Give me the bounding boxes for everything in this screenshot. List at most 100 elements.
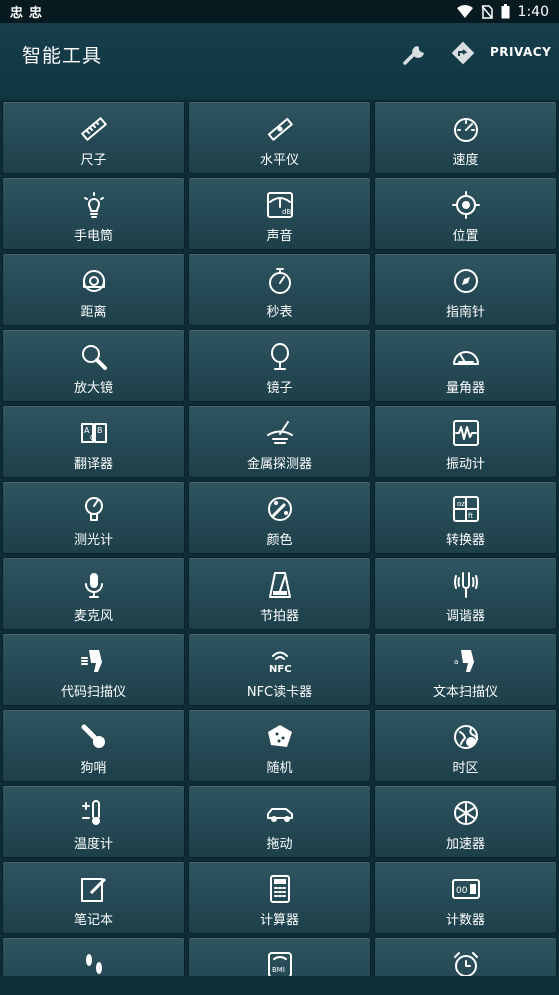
tool-tile[interactable]: 位置 bbox=[374, 177, 557, 250]
translator-icon: A BC bbox=[80, 423, 107, 443]
svg-text:dB: dB bbox=[282, 208, 291, 216]
stopwatch-icon bbox=[268, 268, 291, 294]
metronome-icon bbox=[268, 572, 291, 598]
footsteps-icon bbox=[85, 954, 102, 974]
svg-text:B: B bbox=[97, 426, 103, 435]
tool-tile[interactable]: 放大镜 bbox=[2, 329, 185, 402]
tools-grid: 尺子 水平仪 速度手电筒 dB 声音 位置距离 秒表 指南针放大镜 镜子 量角器 A B C 翻译器 金属探… bbox=[2, 101, 557, 976]
tool-tile[interactable]: 水平仪 bbox=[188, 101, 371, 174]
app-title: 智能工具 bbox=[22, 45, 103, 67]
tool-tile[interactable]: 节拍器 bbox=[188, 557, 371, 630]
svg-text:BMI: BMI bbox=[272, 966, 285, 974]
tool-tile[interactable]: BMI bbox=[188, 937, 371, 976]
tool-tile[interactable]: 狗哨 bbox=[2, 709, 185, 782]
bottom-bar bbox=[0, 976, 559, 995]
ruler-icon bbox=[80, 117, 107, 141]
directions-icon[interactable] bbox=[448, 38, 478, 68]
tool-label: 指南针 bbox=[445, 305, 485, 320]
timezone-icon bbox=[453, 725, 478, 749]
car-icon bbox=[266, 808, 293, 822]
tool-tile[interactable]: dB 声音 bbox=[188, 177, 371, 250]
tool-tile[interactable]: 加速器 bbox=[374, 785, 557, 858]
tool-label: 尺子 bbox=[80, 153, 107, 168]
tool-label: 放大镜 bbox=[73, 381, 113, 396]
tool-label: 笔记本 bbox=[73, 913, 113, 928]
tool-tile[interactable]: 温度计 bbox=[2, 785, 185, 858]
tool-tile[interactable]: 拖动 bbox=[188, 785, 371, 858]
tool-tile[interactable]: 调谐器 bbox=[374, 557, 557, 630]
tool-label: 狗哨 bbox=[80, 761, 107, 776]
notebook-icon bbox=[80, 877, 106, 902]
tool-tile[interactable]: 计算器 bbox=[188, 861, 371, 934]
tuner-icon bbox=[453, 572, 478, 598]
tool-label: 声音 bbox=[266, 229, 293, 244]
wrench-icon[interactable] bbox=[401, 38, 431, 68]
tool-label: 测光计 bbox=[73, 533, 113, 548]
metal-detector-icon bbox=[266, 421, 293, 444]
svg-text:C: C bbox=[90, 434, 95, 442]
tool-label: 速度 bbox=[452, 153, 479, 168]
tool-tile[interactable]: NFC NFC读卡器 bbox=[188, 633, 371, 706]
tool-tile[interactable]: 代码扫描仪 bbox=[2, 633, 185, 706]
tool-label: 麦克风 bbox=[73, 609, 113, 624]
svg-text:NFC: NFC bbox=[269, 664, 292, 675]
tool-tile[interactable]: 测光计 bbox=[2, 481, 185, 554]
nfc-icon: NFC bbox=[269, 651, 292, 675]
svg-text:ft: ft bbox=[468, 512, 473, 520]
tool-tile[interactable]: 手电筒 bbox=[2, 177, 185, 250]
tool-label: 拖动 bbox=[266, 837, 293, 852]
tool-label: 水平仪 bbox=[259, 153, 299, 168]
calculator-icon bbox=[269, 875, 290, 903]
tool-label: 调谐器 bbox=[445, 609, 485, 624]
notification-icon: 忠 bbox=[10, 6, 24, 21]
tool-label: 手电筒 bbox=[73, 229, 113, 244]
app-bar: 智能工具 PRIVACY bbox=[0, 23, 559, 100]
counter-icon: 00 bbox=[451, 879, 480, 899]
tool-tile[interactable]: 尺子 bbox=[2, 101, 185, 174]
tool-label: 温度计 bbox=[73, 837, 113, 852]
tool-tile[interactable]: oz ft 转换器 bbox=[374, 481, 557, 554]
tool-tile[interactable] bbox=[374, 937, 557, 976]
tool-tile[interactable]: 速度 bbox=[374, 101, 557, 174]
tool-label: 节拍器 bbox=[259, 609, 299, 624]
tool-tile[interactable]: 颜色 bbox=[188, 481, 371, 554]
tool-label: 镜子 bbox=[266, 381, 293, 396]
accelerometer-icon bbox=[453, 801, 478, 825]
dice-icon bbox=[267, 725, 292, 747]
tool-tile[interactable]: 金属探测器 bbox=[188, 405, 371, 478]
tool-tile[interactable]: 镜子 bbox=[188, 329, 371, 402]
tool-label: 颜色 bbox=[266, 533, 293, 548]
privacy-button[interactable]: PRIVACY bbox=[490, 45, 551, 59]
status-bar: 忠 忠 1:40 bbox=[0, 0, 559, 23]
svg-text:00: 00 bbox=[456, 886, 468, 896]
tool-label: 计算器 bbox=[259, 913, 299, 928]
tool-tile[interactable]: 随机 bbox=[188, 709, 371, 782]
barcode-scanner-icon bbox=[80, 650, 102, 672]
tool-tile[interactable]: 振动计 bbox=[374, 405, 557, 478]
tool-label: 随机 bbox=[266, 761, 293, 776]
tool-label: 金属探测器 bbox=[246, 457, 312, 472]
tool-tile[interactable]: A B C 翻译器 bbox=[2, 405, 185, 478]
level-icon bbox=[267, 117, 293, 141]
tool-label: 翻译器 bbox=[73, 457, 113, 472]
protractor-icon bbox=[452, 351, 479, 365]
tool-tile[interactable] bbox=[2, 937, 185, 976]
no-sim-icon bbox=[480, 4, 493, 19]
tool-tile[interactable]: 麦克风 bbox=[2, 557, 185, 630]
tool-tile[interactable]: a 文本扫描仪 bbox=[374, 633, 557, 706]
tool-label: 距离 bbox=[80, 305, 107, 320]
tool-tile[interactable]: 时区 bbox=[374, 709, 557, 782]
sound-meter-icon: dB bbox=[266, 192, 293, 218]
status-time: 1:40 bbox=[517, 3, 549, 20]
alarm-clock-icon bbox=[453, 952, 478, 976]
tool-tile[interactable]: 距离 bbox=[2, 253, 185, 326]
tool-tile[interactable]: 量角器 bbox=[374, 329, 557, 402]
tool-tile[interactable]: 笔记本 bbox=[2, 861, 185, 934]
dog-whistle-icon bbox=[81, 724, 105, 748]
compass-icon bbox=[453, 269, 478, 293]
tool-tile[interactable]: 00 计数器 bbox=[374, 861, 557, 934]
vibration-icon bbox=[452, 420, 479, 446]
tool-label: 文本扫描仪 bbox=[432, 685, 498, 700]
tool-tile[interactable]: 指南针 bbox=[374, 253, 557, 326]
tool-tile[interactable]: 秒表 bbox=[188, 253, 371, 326]
